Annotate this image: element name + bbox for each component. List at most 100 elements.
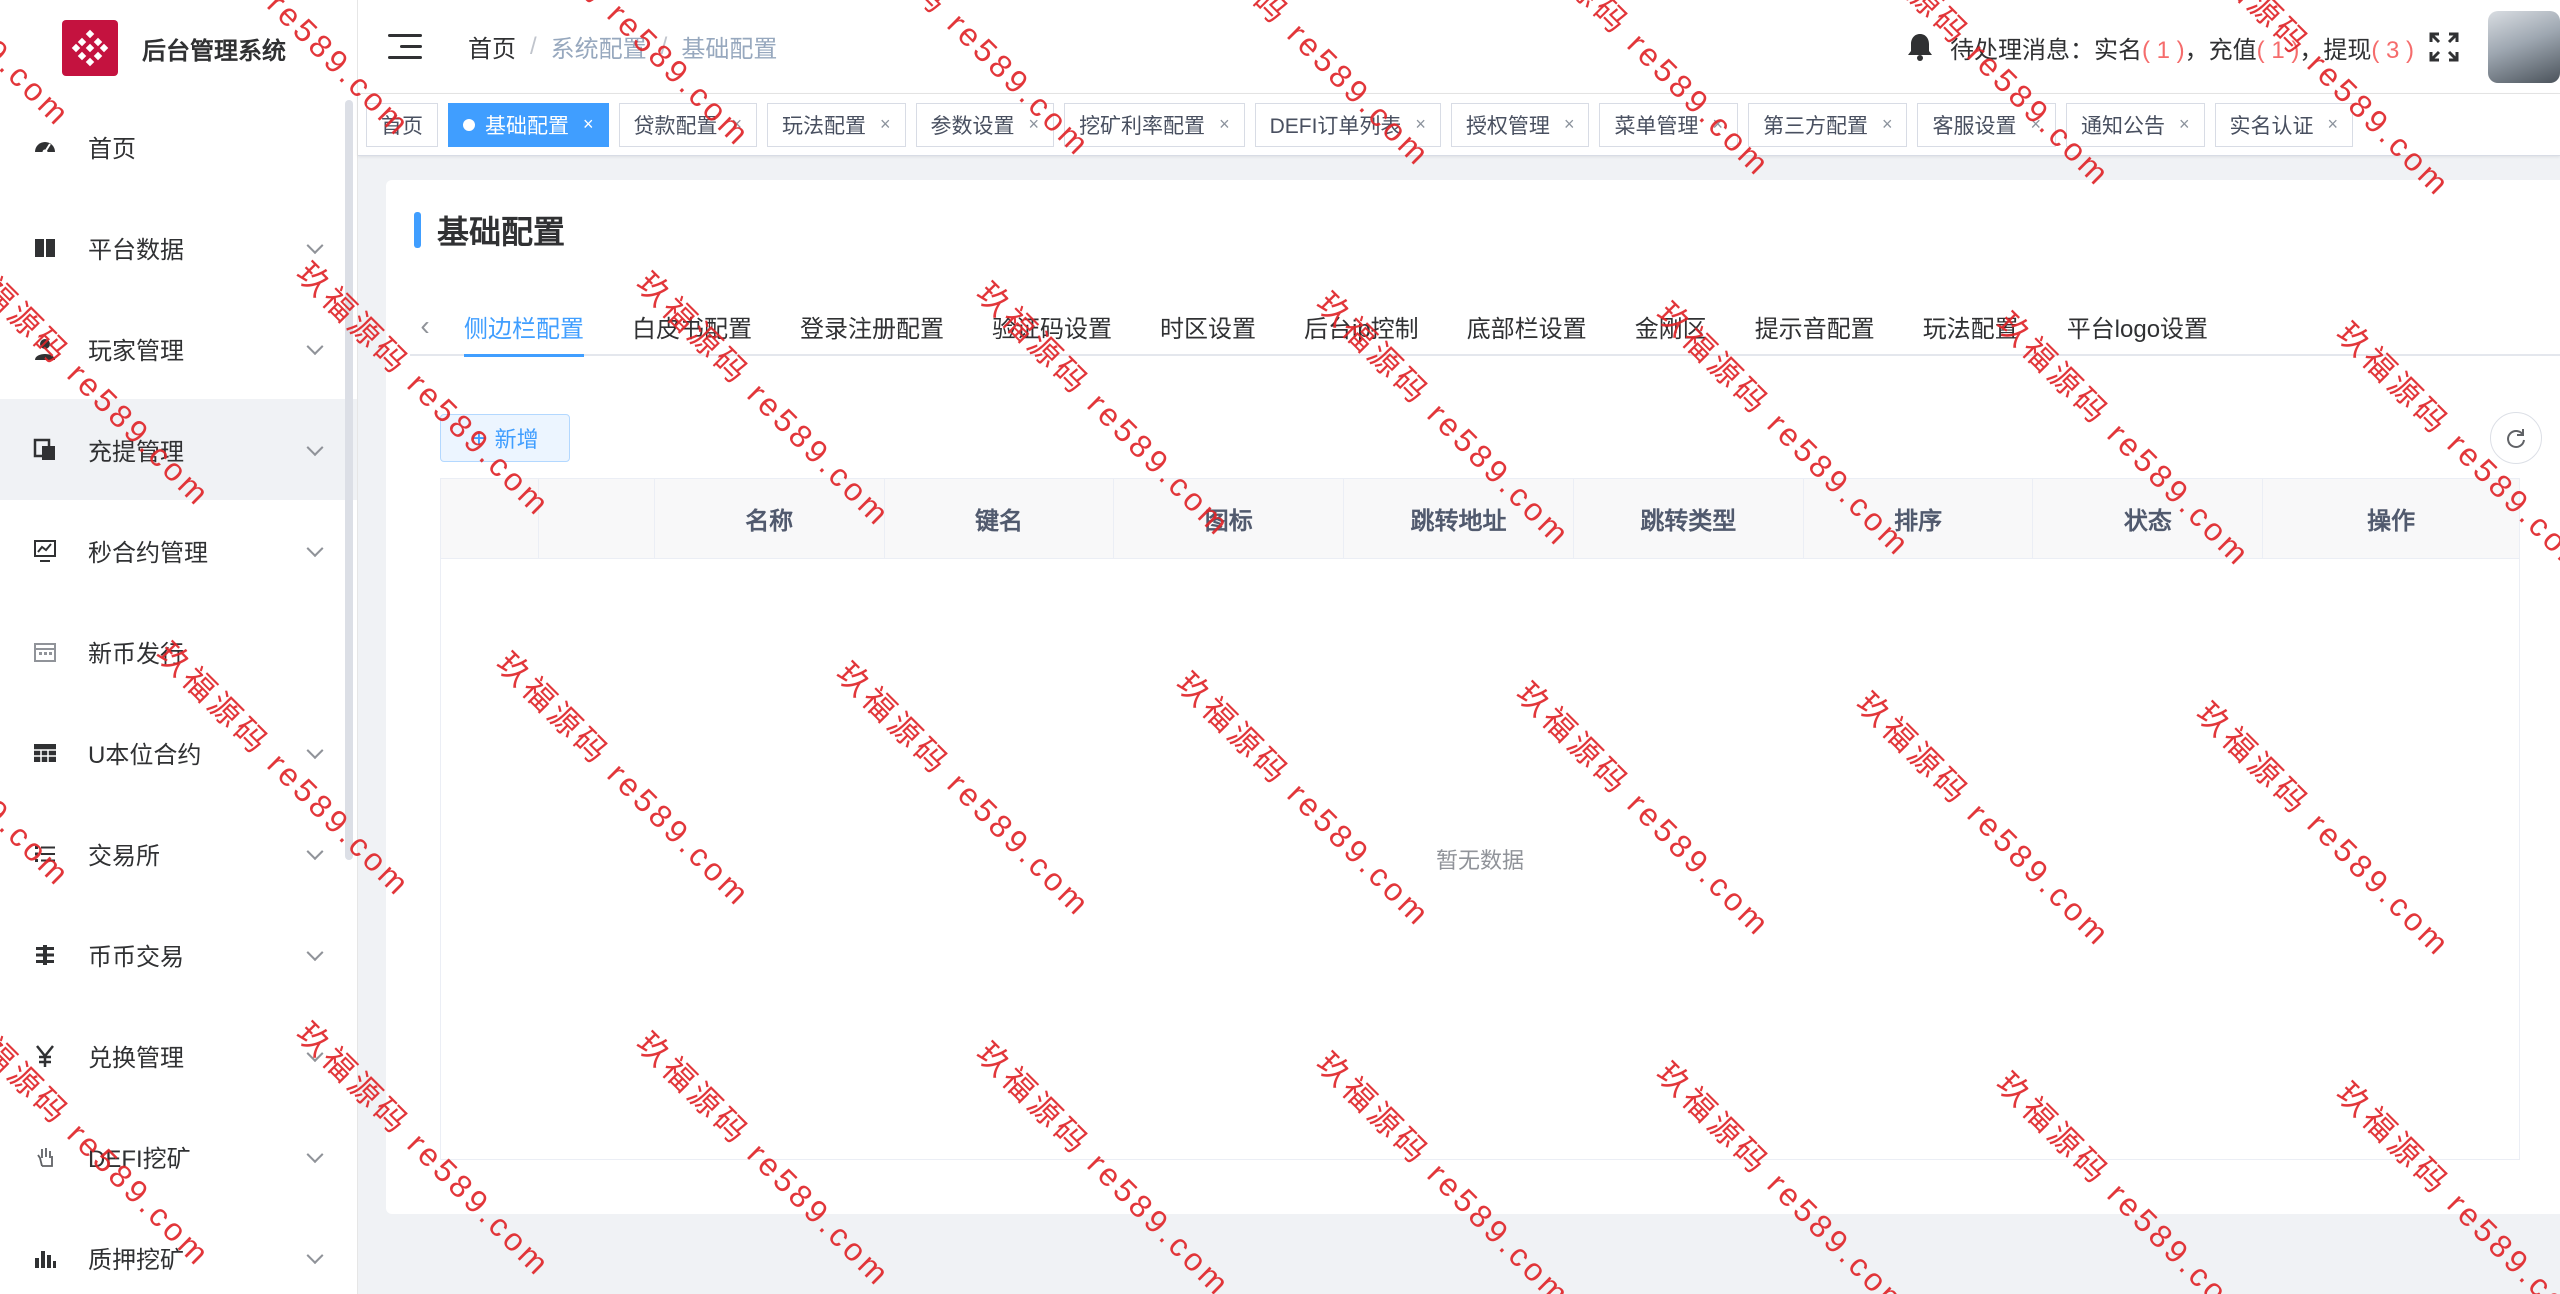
bell-icon[interactable] <box>1906 32 1934 62</box>
add-button[interactable]: + 新增 <box>440 414 570 462</box>
column-header-0[interactable] <box>441 479 539 558</box>
close-icon[interactable]: × <box>2328 114 2339 135</box>
sidebar-item-7[interactable]: 交易所 <box>0 803 357 904</box>
sidebar-item-0[interactable]: 首页 <box>0 96 357 197</box>
column-header-1[interactable] <box>539 479 655 558</box>
sidebar-item-2[interactable]: 玩家管理 <box>0 298 357 399</box>
data-table: 名称 键名 图标 跳转地址 跳转类型 排序 状态 操作 暂无数据 <box>440 478 2520 1160</box>
sidebar-item-1[interactable]: 平台数据 <box>0 197 357 298</box>
column-header-6: 跳转类型 <box>1574 479 1804 558</box>
chevron-down-icon <box>306 842 324 860</box>
tag-3[interactable]: 玩法配置 × <box>767 102 906 147</box>
close-icon[interactable]: × <box>1219 114 1230 135</box>
close-icon[interactable]: × <box>880 114 891 135</box>
column-header-5: 跳转地址 <box>1344 479 1574 558</box>
tag-label: 贷款配置 <box>633 114 718 138</box>
sidebar-item-4[interactable]: 秒合约管理 <box>0 500 357 601</box>
tag-10[interactable]: 客服设置 × <box>1917 102 2056 147</box>
refresh-button[interactable] <box>2490 412 2542 464</box>
sidebar-item-label: 兑换管理 <box>88 1045 184 1072</box>
column-header-2: 名称 <box>655 479 885 558</box>
sidebar-item-label: 平台数据 <box>88 237 184 264</box>
sidebar-item-3[interactable]: 充提管理 <box>0 399 357 500</box>
config-tab-5[interactable]: 后台ip控制 <box>1280 297 1443 355</box>
close-icon[interactable]: × <box>1882 114 1893 135</box>
chevron-down-icon <box>306 1044 324 1062</box>
realname-count: ( 1 ) <box>2141 36 2185 64</box>
tag-label: 参数设置 <box>930 114 1015 138</box>
tag-label: DEFI订单列表 <box>1269 114 1402 138</box>
sidebar-item-label: 充提管理 <box>88 439 184 466</box>
tag-9[interactable]: 第三方配置 × <box>1747 102 1908 147</box>
chevron-down-icon <box>306 337 324 355</box>
hamburger-icon[interactable] <box>388 32 422 62</box>
config-tab-6[interactable]: 底部栏设置 <box>1443 297 1611 355</box>
tag-1[interactable]: 基础配置 × <box>448 102 609 147</box>
column-header-8: 状态 <box>2033 479 2264 558</box>
close-icon[interactable]: × <box>1029 114 1040 135</box>
tag-2[interactable]: 贷款配置 × <box>618 102 758 147</box>
close-icon[interactable]: × <box>583 114 594 135</box>
config-tab-8[interactable]: 提示音配置 <box>1731 297 1899 355</box>
sidebar-item-9[interactable]: 兑换管理 <box>0 1005 357 1106</box>
config-tab-4[interactable]: 时区设置 <box>1136 297 1280 355</box>
sidebar-item-11[interactable]: 质押挖矿 <box>0 1207 357 1294</box>
sidebar-item-label: 首页 <box>88 136 136 163</box>
breadcrumb-system-config: 系统配置 <box>550 36 647 63</box>
chevron-down-icon <box>306 438 324 456</box>
sidebar-item-label: 新币发行 <box>88 641 184 668</box>
tag-0[interactable]: 首页 <box>366 102 438 147</box>
tabs-prev-icon[interactable]: ‹ <box>410 310 440 342</box>
close-icon[interactable]: × <box>732 114 743 135</box>
sidebar-item-5[interactable]: 新币发行 <box>0 601 357 702</box>
tag-label: 客服设置 <box>1932 114 2017 138</box>
config-tab-1[interactable]: 白皮书配置 <box>608 297 776 355</box>
tag-12[interactable]: 实名认证 × <box>2214 102 2354 147</box>
chevron-down-icon <box>306 539 324 557</box>
empty-text: 暂无数据 <box>1435 848 1524 873</box>
withdraw-count: ( 3 ) <box>2371 36 2414 64</box>
config-tab-2[interactable]: 登录注册配置 <box>776 297 968 355</box>
tag-5[interactable]: 挖矿利率配置 × <box>1064 102 1245 147</box>
tag-label: 基础配置 <box>485 114 569 138</box>
table-icon <box>32 740 58 766</box>
tag-4[interactable]: 参数设置 × <box>915 102 1055 147</box>
config-tab-0[interactable]: 侧边栏配置 <box>440 297 608 357</box>
column-header-4: 图标 <box>1114 479 1345 558</box>
close-icon[interactable]: × <box>1415 114 1426 135</box>
breadcrumb-home[interactable]: 首页 <box>468 29 516 64</box>
sidebar-item-6[interactable]: U本位合约 <box>0 702 357 803</box>
sidebar-item-8[interactable]: 币币交易 <box>0 904 357 1005</box>
brand[interactable]: 后台管理系统 <box>0 0 357 96</box>
config-tab-10[interactable]: 平台logo设置 <box>2043 297 2232 355</box>
tag-8[interactable]: 菜单管理 × <box>1599 102 1738 147</box>
config-tab-9[interactable]: 玩法配置 <box>1899 297 2043 355</box>
close-icon[interactable]: × <box>1564 114 1575 135</box>
pending-notice[interactable]: 待处理消息：实名( 1 )，充值( 1 )，提现( 3 ) <box>1950 30 2414 65</box>
sidebar-item-label: 币币交易 <box>88 944 184 971</box>
chevron-down-icon <box>306 1246 324 1264</box>
avatar[interactable] <box>2488 11 2560 83</box>
close-icon[interactable]: × <box>2179 114 2190 135</box>
fullscreen-icon[interactable] <box>2428 31 2460 63</box>
sidebar: 后台管理系统 首页平台数据玩家管理充提管理秒合约管理新币发行 U本位合约交易所币币… <box>0 0 358 1294</box>
sidebar-menu: 首页平台数据玩家管理充提管理秒合约管理新币发行 U本位合约交易所币币交易兑换管理 D… <box>0 96 357 1294</box>
close-icon[interactable]: × <box>2030 114 2041 135</box>
tag-label: 挖矿利率配置 <box>1079 114 1206 138</box>
sidebar-scrollbar[interactable] <box>345 100 353 860</box>
tag-7[interactable]: 授权管理 × <box>1450 102 1590 147</box>
book-icon <box>32 235 58 261</box>
calendar-icon <box>32 639 58 665</box>
tag-6[interactable]: DEFI订单列表 × <box>1254 102 1441 147</box>
close-icon[interactable]: × <box>1712 114 1723 135</box>
config-tab-3[interactable]: 验证码设置 <box>968 297 1136 355</box>
plus-icon: + <box>471 422 487 453</box>
config-tab-7[interactable]: 金刚区 <box>1611 297 1731 355</box>
active-dot-icon <box>463 118 475 131</box>
header-right: 待处理消息：实名( 1 )，充值( 1 )，提现( 3 ) <box>1906 0 2560 94</box>
tag-11[interactable]: 通知公告 × <box>2066 102 2205 147</box>
main-card: 基础配置 ‹ 侧边栏配置 白皮书配置 登录注册配置 验证码设置 时区设置 后台ip控制 底部… <box>386 180 2560 1214</box>
tag-label: 第三方配置 <box>1762 114 1868 138</box>
sidebar-item-label: U本位合约 <box>88 742 202 769</box>
sidebar-item-10[interactable]: DEFI挖矿 <box>0 1106 357 1207</box>
